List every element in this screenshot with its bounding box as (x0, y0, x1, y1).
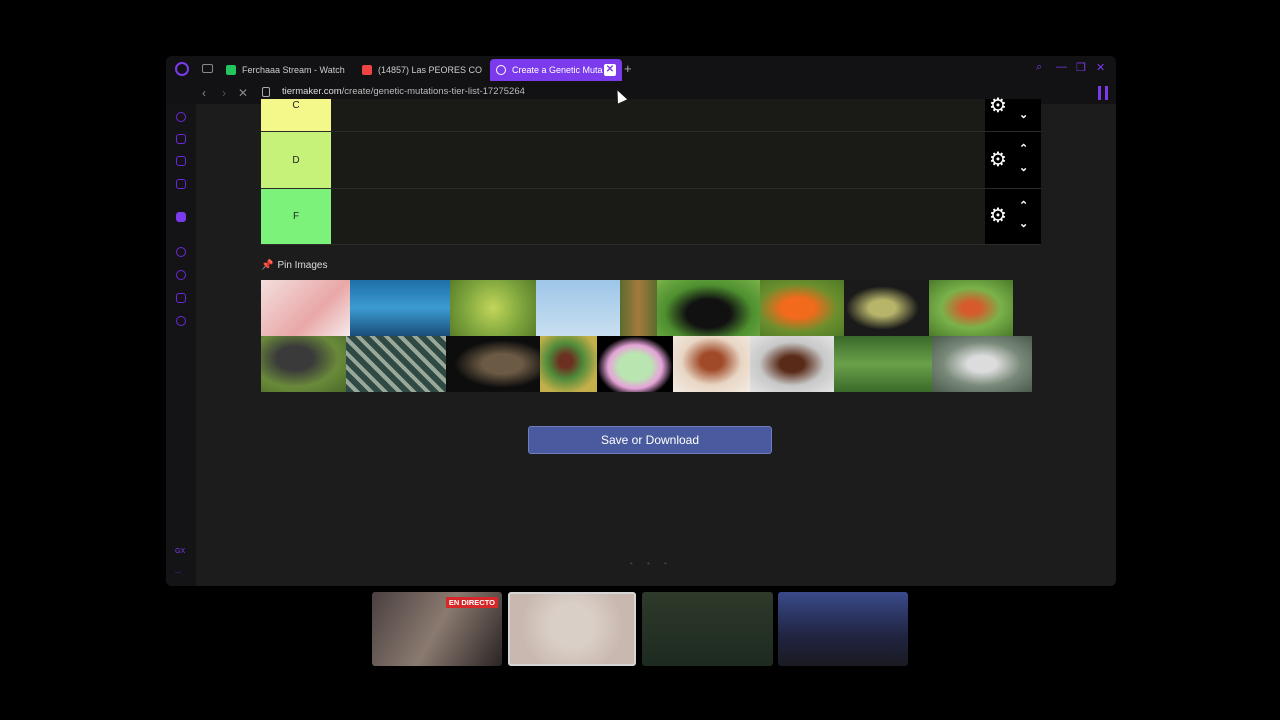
image-frog[interactable] (450, 280, 536, 336)
tier-label[interactable]: C (261, 99, 331, 131)
url-path: /create/genetic-mutations-tier-list-1727… (341, 86, 525, 97)
tab-overview-icon[interactable] (202, 64, 213, 73)
chevron-down-icon[interactable]: ⌄ (1019, 161, 1028, 174)
gx-corner-label[interactable]: GX (175, 548, 185, 555)
pin-images-toggle[interactable]: 📌 Pin Images (261, 260, 327, 271)
image-tarantula[interactable] (261, 336, 346, 392)
image-cat[interactable] (446, 336, 540, 392)
forward-icon[interactable]: › (222, 86, 226, 100)
stream-cam-3 (642, 592, 773, 666)
opera-logo-icon[interactable] (175, 62, 189, 76)
twitch-icon[interactable] (176, 212, 186, 222)
tier-row-f: F ⚙ ⌃ ⌄ (261, 189, 1041, 245)
chevron-up-icon[interactable]: ⌃ (1019, 142, 1028, 155)
live-badge: EN DIRECTO (445, 597, 498, 608)
tab-label: (14857) Las PEORES CON (378, 65, 482, 75)
search-icon[interactable]: ⌕ (1036, 61, 1042, 74)
tab-ferchaaa-stream[interactable]: Ferchaaa Stream - Watch (220, 59, 346, 81)
tab-bar: Ferchaaa Stream - Watch (14857) Las PEOR… (166, 56, 1116, 82)
youtube-favicon-icon (362, 65, 372, 75)
image-tardigrade[interactable] (597, 336, 673, 392)
pin-icon: 📌 (261, 260, 274, 271)
music-icon[interactable] (176, 179, 186, 189)
loading-spinner-icon (496, 65, 506, 75)
bag-icon[interactable] (176, 134, 186, 144)
tab-label: Create a Genetic Muta (512, 65, 603, 75)
stream-cam-1: EN DIRECTO (372, 592, 502, 666)
lock-icon (262, 87, 270, 97)
tier-label[interactable]: D (261, 132, 331, 188)
easy-setup-icon[interactable] (1098, 86, 1108, 100)
page-content: C ⚙ ⌄ D ⚙ ⌃ ⌄ F ⚙ ⌃ ⌄ 📌 Pin Images Save … (196, 95, 1116, 586)
image-flea[interactable] (673, 336, 750, 392)
url-field[interactable]: tiermaker.com/create/genetic-mutations-t… (282, 86, 525, 97)
tier-controls: ⚙ ⌃ ⌄ (985, 132, 1041, 188)
tab-tiermaker[interactable]: Create a Genetic Muta ✕ (490, 59, 622, 81)
tier-label-text: D (292, 154, 300, 166)
image-bat[interactable] (620, 280, 657, 336)
stop-loading-icon[interactable]: ✕ (238, 86, 248, 100)
url-host: tiermaker.com (282, 86, 342, 97)
image-hummingbird[interactable] (932, 336, 1032, 392)
close-window-icon[interactable]: ✕ (1096, 61, 1105, 74)
refresh-icon[interactable] (176, 112, 186, 122)
gear-icon[interactable]: ⚙ (989, 93, 1007, 118)
image-bird[interactable] (536, 280, 620, 336)
tier-label-text: F (292, 211, 300, 222)
maximize-icon[interactable]: ❐ (1076, 61, 1086, 74)
image-axolotl[interactable] (261, 280, 350, 336)
tier-controls: ⚙ ⌃ ⌄ (985, 189, 1041, 244)
image-beetle[interactable] (657, 280, 760, 336)
image-dragonfly[interactable] (834, 336, 932, 392)
close-tab-icon[interactable]: ✕ (604, 64, 616, 76)
new-tab-button[interactable]: + (624, 61, 632, 76)
tier-label-text: C (292, 99, 300, 111)
image-cockroach[interactable] (750, 336, 834, 392)
back-icon[interactable]: ‹ (202, 86, 206, 100)
settings-icon[interactable] (176, 316, 186, 326)
image-shark[interactable] (350, 280, 450, 336)
minimize-icon[interactable]: — (1056, 61, 1067, 73)
chevron-down-icon[interactable]: ⌄ (1019, 217, 1028, 230)
plus-icon[interactable] (176, 247, 186, 257)
tab-youtube-video[interactable]: (14857) Las PEORES CON (356, 59, 482, 81)
chevron-down-icon[interactable]: ⌄ (1019, 108, 1028, 121)
tier-controls: ⚙ ⌄ (985, 95, 1041, 131)
image-chameleon[interactable] (929, 280, 1013, 336)
tier-row-c: C ⚙ ⌄ (261, 95, 1041, 132)
extensions-icon[interactable] (176, 293, 186, 303)
image-octopus[interactable] (346, 336, 446, 392)
tab-label: Ferchaaa Stream - Watch (242, 65, 345, 75)
sidebar: GX ... (166, 104, 196, 586)
image-fly[interactable] (540, 336, 597, 392)
messenger-icon[interactable] (176, 156, 186, 166)
stream-cam-4 (778, 592, 908, 666)
tier-row-d: D ⚙ ⌃ ⌄ (261, 132, 1041, 189)
chevron-up-icon[interactable]: ⌃ (1019, 199, 1028, 212)
pin-images-label: Pin Images (277, 260, 328, 271)
browser-window: Ferchaaa Stream - Watch (14857) Las PEOR… (166, 56, 1116, 586)
loading-dots: • • • (630, 559, 673, 568)
kick-favicon-icon (226, 65, 236, 75)
tier-label[interactable]: F (261, 189, 331, 244)
save-download-button[interactable]: Save or Download (528, 426, 772, 454)
stream-cam-2 (508, 592, 636, 666)
gear-icon[interactable]: ⚙ (989, 203, 1007, 228)
image-mantis[interactable] (844, 280, 929, 336)
more-icon[interactable]: ... (175, 568, 181, 575)
history-icon[interactable] (176, 270, 186, 280)
image-goldfish[interactable] (760, 280, 844, 336)
gear-icon[interactable]: ⚙ (989, 147, 1007, 172)
